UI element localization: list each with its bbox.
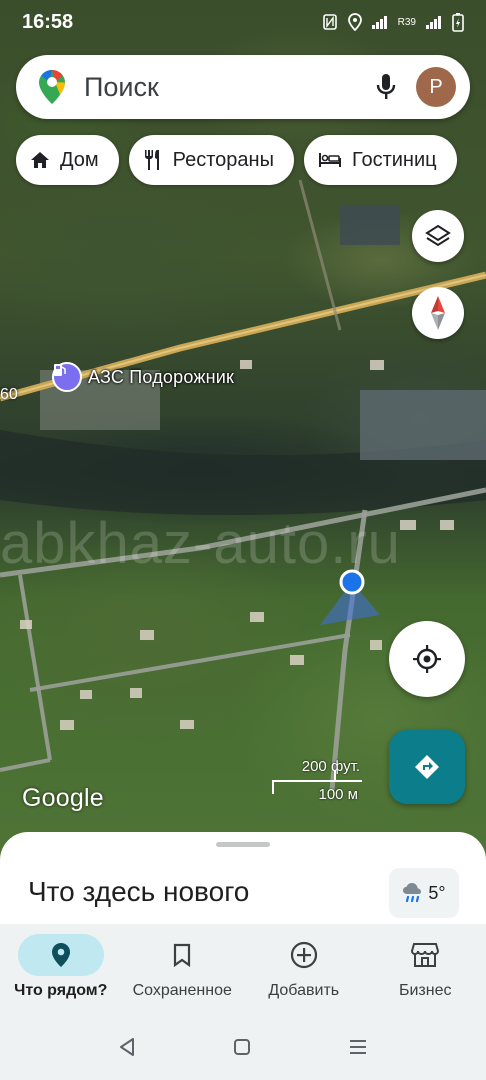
status-bar: 16:58 R39 bbox=[0, 0, 486, 44]
scale-imperial: 200 фут. bbox=[301, 758, 360, 775]
account-avatar[interactable]: P bbox=[416, 67, 456, 107]
nfc-icon bbox=[322, 14, 337, 30]
road-number-label: 60 bbox=[0, 386, 18, 403]
category-chips: Дом Рестораны Гостиниц bbox=[16, 135, 457, 185]
store-icon bbox=[411, 943, 440, 967]
pin-icon bbox=[51, 943, 70, 967]
my-location-button[interactable] bbox=[389, 621, 465, 697]
home-icon bbox=[31, 152, 49, 168]
bottom-nav: Что рядом? Сохраненное Добавить Бизнес bbox=[0, 924, 486, 1014]
system-nav-bar bbox=[0, 1014, 486, 1080]
chip-hotels[interactable]: Гостиниц bbox=[303, 135, 457, 185]
gas-station-icon bbox=[52, 362, 82, 392]
nav-label: Что рядом? bbox=[14, 982, 108, 999]
chip-label: Рестораны bbox=[172, 148, 274, 171]
chip-restaurants[interactable]: Рестораны bbox=[128, 135, 294, 185]
map-scale: 200 фут. 100 м bbox=[272, 758, 364, 803]
nav-icon-container bbox=[261, 934, 347, 976]
watermark-text: abkhaz-auto.ru bbox=[0, 511, 401, 576]
sheet-title: Что здесь нового bbox=[28, 876, 250, 907]
poi-label: АЗС Подорожник bbox=[88, 366, 235, 387]
nav-label: Бизнес bbox=[398, 982, 452, 999]
home-nav-icon[interactable] bbox=[233, 1038, 251, 1056]
explore-sheet[interactable]: Что здесь нового 5° bbox=[0, 832, 486, 932]
directions-icon bbox=[415, 755, 439, 779]
nav-business[interactable]: Бизнес bbox=[365, 924, 486, 1014]
mic-button[interactable] bbox=[366, 67, 406, 107]
scale-metric: 100 м bbox=[318, 786, 358, 803]
network-label: R39 bbox=[397, 16, 416, 28]
nav-icon-container bbox=[382, 934, 468, 976]
hotel-icon bbox=[318, 153, 341, 167]
nav-saved[interactable]: Сохраненное bbox=[122, 924, 244, 1014]
compass-button[interactable] bbox=[412, 287, 464, 339]
search-bar[interactable]: Поиск P bbox=[16, 55, 470, 119]
location-status-icon bbox=[347, 13, 362, 31]
nav-label: Сохраненное bbox=[132, 982, 232, 999]
layers-icon bbox=[425, 224, 451, 247]
compass-icon bbox=[431, 296, 445, 330]
sheet-drag-handle[interactable] bbox=[216, 842, 270, 847]
google-maps-logo-icon bbox=[39, 70, 65, 104]
back-icon[interactable] bbox=[118, 1037, 136, 1057]
chip-label: Гостиниц bbox=[351, 148, 437, 171]
recents-icon[interactable] bbox=[348, 1038, 368, 1056]
battery-charging-icon bbox=[452, 13, 464, 32]
chip-label: Дом bbox=[60, 148, 99, 171]
chip-home[interactable]: Дом bbox=[16, 135, 119, 185]
search-input[interactable]: Поиск bbox=[84, 72, 366, 103]
signal-icon-2 bbox=[426, 16, 441, 29]
bookmark-icon bbox=[174, 943, 191, 967]
crosshair-icon bbox=[413, 645, 441, 673]
add-circle-icon bbox=[290, 941, 317, 969]
directions-button[interactable] bbox=[389, 730, 465, 804]
status-time: 16:58 bbox=[22, 10, 74, 33]
nav-contribute[interactable]: Добавить bbox=[243, 924, 365, 1014]
layers-button[interactable] bbox=[412, 210, 464, 262]
signal-icon bbox=[371, 16, 387, 29]
status-icons: R39 bbox=[322, 12, 464, 32]
rain-icon bbox=[403, 883, 422, 903]
nav-label: Добавить bbox=[268, 982, 340, 999]
nav-icon-container bbox=[17, 934, 104, 976]
poi-gas-station[interactable]: АЗС Подорожник bbox=[52, 362, 234, 392]
mic-icon bbox=[376, 74, 396, 99]
nav-explore[interactable]: Что рядом? bbox=[0, 924, 122, 1014]
nav-icon-container bbox=[139, 934, 225, 976]
google-logo: Google bbox=[22, 784, 104, 812]
restaurant-icon bbox=[144, 150, 159, 170]
weather-temp: 5° bbox=[428, 882, 446, 903]
weather-chip[interactable]: 5° bbox=[389, 868, 459, 918]
